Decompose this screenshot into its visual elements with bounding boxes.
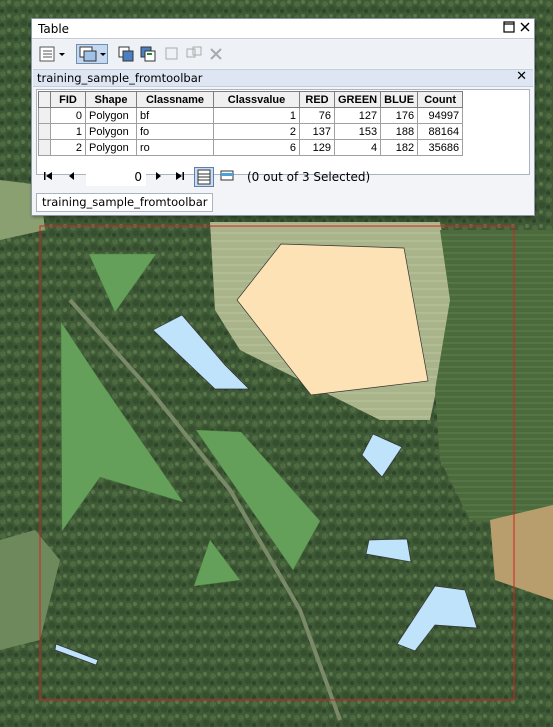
select-by-attributes-icon[interactable] bbox=[116, 44, 136, 64]
table-cell[interactable]: 88164 bbox=[417, 123, 464, 140]
previous-record-icon[interactable] bbox=[64, 170, 80, 184]
table-cell[interactable]: ro bbox=[136, 139, 214, 156]
maximize-icon[interactable] bbox=[502, 21, 516, 35]
table-cell[interactable]: 76 bbox=[299, 107, 335, 124]
attribute-table: FID Shape Classname Classvalue RED GREEN… bbox=[38, 91, 464, 156]
attribute-grid[interactable]: FID Shape Classname Classvalue RED GREEN… bbox=[36, 89, 530, 175]
table-cell[interactable]: 94997 bbox=[417, 107, 464, 124]
table-cell[interactable]: 153 bbox=[333, 123, 382, 140]
row-selector[interactable] bbox=[38, 139, 51, 156]
table-cell[interactable]: 129 bbox=[299, 139, 335, 156]
table-cell[interactable]: bf bbox=[136, 107, 214, 124]
table-options-icon[interactable] bbox=[38, 44, 68, 64]
zoom-to-selected-icon[interactable] bbox=[184, 44, 204, 64]
table-cell[interactable]: 6 bbox=[213, 139, 300, 156]
field-area-east bbox=[435, 230, 553, 530]
column-header[interactable]: Shape bbox=[85, 91, 137, 108]
table-row[interactable]: 1 Polygon fo 2 137 153 188 88164 bbox=[38, 123, 464, 140]
column-header[interactable]: GREEN bbox=[333, 91, 382, 108]
table-row[interactable]: 2 Polygon ro 6 129 4 182 35686 bbox=[38, 139, 464, 156]
current-record-field[interactable]: 0 bbox=[86, 168, 146, 186]
selection-count-text: (0 out of 3 Selected) bbox=[247, 170, 371, 184]
column-header[interactable]: Classvalue bbox=[213, 91, 300, 108]
table-cell[interactable]: 1 bbox=[50, 123, 86, 140]
delete-selected-icon[interactable] bbox=[206, 44, 226, 64]
table-tab-header[interactable]: training_sample_fromtoolbar ✕ bbox=[33, 69, 533, 87]
table-cell[interactable]: fo bbox=[136, 123, 214, 140]
table-row[interactable]: 0 Polygon bf 1 76 127 176 94997 bbox=[38, 107, 464, 124]
table-cell[interactable]: 182 bbox=[380, 139, 419, 156]
table-cell[interactable]: 176 bbox=[380, 107, 419, 124]
show-selected-records-icon[interactable] bbox=[218, 167, 238, 187]
bottom-tab-label: training_sample_fromtoolbar bbox=[42, 195, 208, 209]
table-window[interactable]: Table training_sample_fromtoolbar ✕ FID … bbox=[31, 18, 535, 216]
close-icon[interactable] bbox=[518, 21, 532, 35]
row-selector[interactable] bbox=[38, 107, 51, 124]
table-header-row: FID Shape Classname Classvalue RED GREEN… bbox=[38, 91, 464, 108]
table-cell[interactable]: Polygon bbox=[85, 123, 137, 140]
table-cell[interactable]: 1 bbox=[213, 107, 300, 124]
column-header[interactable]: BLUE bbox=[380, 91, 419, 108]
table-cell[interactable]: 2 bbox=[50, 139, 86, 156]
column-header[interactable]: Count bbox=[417, 91, 464, 108]
close-table-tab-icon[interactable]: ✕ bbox=[516, 69, 527, 84]
column-header[interactable]: Classname bbox=[136, 91, 214, 108]
row-selector[interactable] bbox=[38, 123, 51, 140]
related-tables-icon[interactable] bbox=[76, 44, 108, 64]
table-tab-name: training_sample_fromtoolbar bbox=[37, 71, 203, 85]
column-header[interactable]: RED bbox=[299, 91, 335, 108]
next-record-icon[interactable] bbox=[150, 170, 166, 184]
column-header[interactable]: FID bbox=[50, 91, 86, 108]
window-title: Table bbox=[38, 22, 70, 36]
current-record-value: 0 bbox=[134, 170, 142, 184]
table-cell[interactable]: 127 bbox=[333, 107, 382, 124]
table-cell[interactable]: 137 bbox=[299, 123, 335, 140]
table-cell[interactable]: Polygon bbox=[85, 107, 137, 124]
table-cell[interactable]: Polygon bbox=[85, 139, 137, 156]
switch-selection-icon[interactable] bbox=[138, 44, 158, 64]
clear-selection-icon[interactable] bbox=[162, 44, 182, 64]
table-cell[interactable]: 4 bbox=[333, 139, 382, 156]
table-bottom-tab[interactable]: training_sample_fromtoolbar bbox=[36, 193, 214, 212]
first-record-icon[interactable] bbox=[40, 170, 56, 184]
row-selector-header[interactable] bbox=[38, 91, 51, 108]
window-titlebar[interactable]: Table bbox=[32, 19, 534, 39]
record-navigation-bar: 0 (0 out of 3 Selected) bbox=[36, 166, 528, 190]
table-toolbar bbox=[32, 40, 534, 68]
table-cell[interactable]: 188 bbox=[380, 123, 419, 140]
table-cell[interactable]: 35686 bbox=[417, 139, 464, 156]
table-cell[interactable]: 2 bbox=[213, 123, 300, 140]
show-all-records-icon[interactable] bbox=[194, 167, 214, 187]
last-record-icon[interactable] bbox=[172, 170, 188, 184]
table-cell[interactable]: 0 bbox=[50, 107, 86, 124]
